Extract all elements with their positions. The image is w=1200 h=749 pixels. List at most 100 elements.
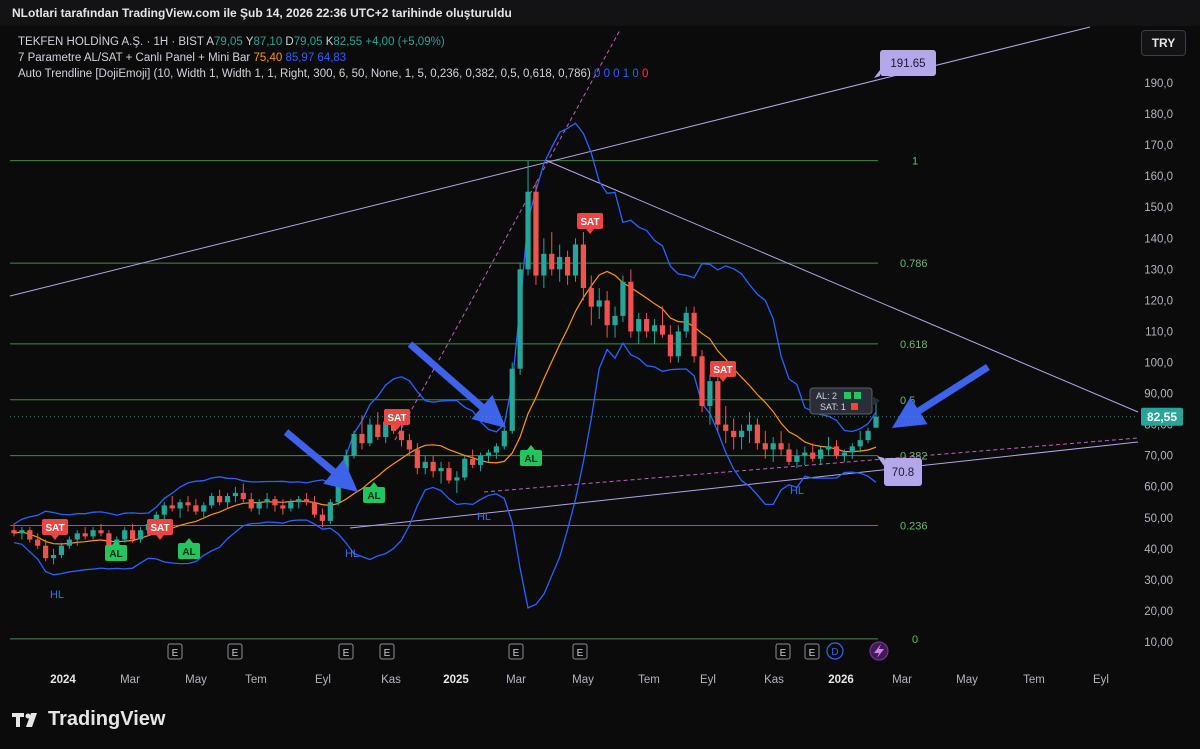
earnings-marker-text: E: [384, 648, 391, 659]
candle-body: [818, 449, 824, 459]
candle-body: [35, 539, 41, 546]
candle-body: [367, 424, 373, 444]
candle-body: [604, 300, 610, 326]
candle-body: [398, 430, 405, 441]
lower-trend-text: 70.8: [892, 467, 914, 479]
x-tick-label: Eyl: [1093, 674, 1109, 686]
candle-body: [224, 496, 231, 503]
signal-text: AL: [109, 549, 122, 560]
price-chart[interactable]: 10.7860.6180.50.3820.2360 SATALSATALALSA…: [0, 0, 1200, 696]
candle-body: [683, 312, 689, 332]
candle-body: [304, 499, 310, 503]
footer: [0, 696, 1200, 749]
candle-body: [644, 319, 650, 332]
candle-body: [485, 452, 492, 456]
event-markers: EEEEEEEED: [167, 641, 889, 661]
hl-label: HL: [790, 485, 804, 497]
candle-body: [446, 468, 452, 481]
candle-body: [193, 505, 199, 512]
x-tick-label: May: [572, 674, 594, 686]
sat-signal-pointer: [156, 535, 164, 540]
x-tick-label: Mar: [892, 674, 912, 686]
hl-label: HL: [477, 511, 491, 523]
candle-body: [802, 452, 808, 456]
candle-body: [794, 455, 800, 462]
candle-body: [240, 492, 246, 500]
trendlines: [9, 26, 1139, 529]
candle-body: [723, 424, 729, 431]
y-tick-label: 150,0: [1144, 202, 1173, 214]
x-tick-label: 2024: [50, 674, 76, 686]
signal-text: SAT: [713, 365, 732, 376]
x-tick-label: 2026: [828, 674, 854, 686]
y-tick-label: 20,00: [1144, 606, 1173, 618]
candle-body: [406, 440, 413, 450]
fib-label: 0.236: [900, 521, 928, 533]
candle-body: [746, 424, 753, 431]
candle-body: [319, 514, 326, 521]
y-tick-label: 180,0: [1144, 109, 1173, 121]
candle-body: [778, 443, 784, 450]
lower-trendline: [349, 441, 1139, 529]
candle-body: [430, 461, 436, 472]
y-tick-label: 30,00: [1144, 575, 1173, 587]
candle-body: [66, 539, 72, 546]
candle-body: [280, 505, 286, 509]
candle-body: [731, 430, 737, 438]
y-tick-label: 130,0: [1144, 264, 1173, 276]
candle-body: [375, 424, 381, 438]
upper-band: [13, 122, 877, 525]
y-tick-label: 190,0: [1144, 78, 1173, 90]
channel-line: [544, 159, 1139, 413]
candle-body: [43, 545, 49, 559]
y-tick-label: 50,00: [1144, 513, 1173, 525]
candle-body: [596, 300, 602, 307]
candle-body: [177, 502, 183, 509]
tradingview-logo-icon: [12, 712, 37, 727]
candle-body: [137, 530, 144, 540]
x-tick-label: Mar: [506, 674, 526, 686]
signal-text: SAT: [150, 523, 169, 534]
candle-body: [865, 430, 871, 441]
candle-body: [667, 334, 673, 357]
candle-body: [541, 253, 547, 276]
candle-body: [327, 502, 333, 521]
fib-label: 0.786: [900, 258, 928, 270]
candle-body: [311, 502, 318, 515]
candle-body: [762, 443, 768, 450]
candle-body: [58, 545, 65, 556]
candle-body: [90, 530, 96, 537]
fib-label: 0.618: [900, 339, 928, 351]
candle-body: [232, 492, 239, 497]
candle-body: [19, 530, 25, 534]
candle-body: [462, 458, 468, 478]
candle-body: [557, 256, 563, 270]
candle-body: [201, 505, 207, 512]
x-tick-label: Kas: [764, 674, 784, 686]
signal-text: AL: [367, 491, 380, 502]
candle-body: [74, 533, 80, 540]
candle-body: [810, 452, 816, 459]
sat-signal-pointer: [51, 535, 59, 540]
x-tick-label: May: [185, 674, 207, 686]
candle-body: [130, 530, 136, 540]
x-tick-label: Mar: [120, 674, 140, 686]
candle-body: [715, 381, 721, 425]
earnings-marker-text: E: [577, 648, 584, 659]
x-tick-label: Eyl: [315, 674, 331, 686]
candle-body: [849, 446, 855, 453]
candles: [11, 160, 879, 565]
moving-average: [13, 270, 877, 545]
al-signal-pointer: [185, 538, 193, 543]
candle-body: [572, 244, 579, 276]
dashed-steep-line: [394, 29, 621, 441]
candle-body: [707, 381, 713, 406]
candle-body: [438, 468, 444, 472]
lower-trend-label-pointer: [877, 456, 884, 466]
tradingview-logo[interactable]: TradingView: [12, 708, 165, 731]
upper-trend-label-pointer: [874, 70, 880, 78]
candle-body: [659, 325, 666, 335]
y-tick-label: 120,0: [1144, 295, 1173, 307]
candle-body: [620, 281, 626, 316]
hl-label: HL: [50, 589, 64, 601]
